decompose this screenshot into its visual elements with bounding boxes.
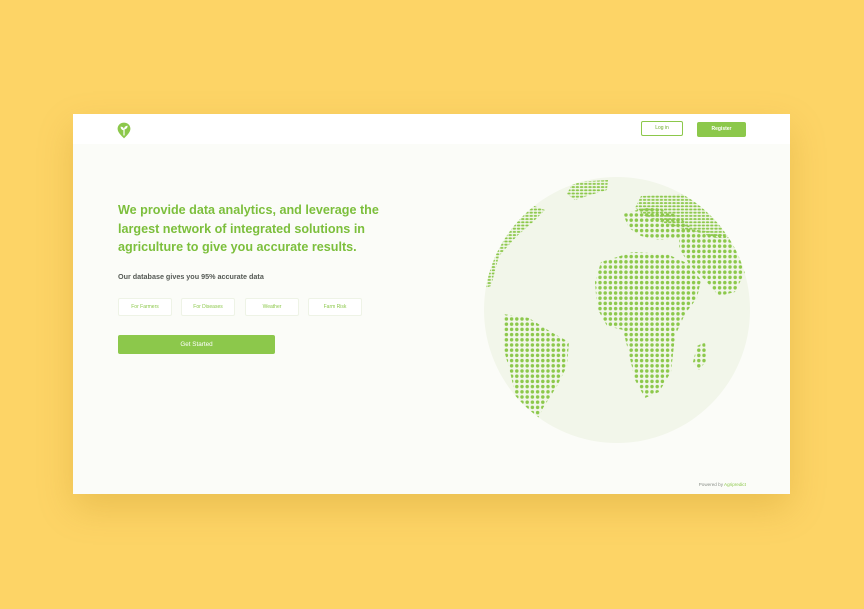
hero-headline: We provide data analytics, and leverage … <box>118 203 379 254</box>
login-button[interactable]: Log in <box>641 121 683 136</box>
chip-farm-risk[interactable]: Farm Risk <box>308 298 362 316</box>
app-window: Log in Register We provide data analytic… <box>73 114 790 494</box>
chip-weather[interactable]: Weather <box>245 298 299 316</box>
powered-by-label: Powered by <box>698 482 723 487</box>
dotted-globe-icon <box>484 177 750 443</box>
get-started-button[interactable]: Get Started <box>118 335 275 354</box>
sprout-pin-icon[interactable] <box>117 122 131 139</box>
powered-by-note: Powered by Agripredict <box>699 482 746 487</box>
chip-for-farmers[interactable]: For Farmers <box>118 298 172 316</box>
brand-link[interactable]: Agripredict <box>724 482 746 487</box>
top-navbar: Log in Register <box>73 114 790 144</box>
register-button[interactable]: Register <box>697 122 746 137</box>
hero-subheadline: Our database gives you 95% accurate data <box>118 272 264 281</box>
chip-for-diseases[interactable]: For Diseases <box>181 298 235 316</box>
